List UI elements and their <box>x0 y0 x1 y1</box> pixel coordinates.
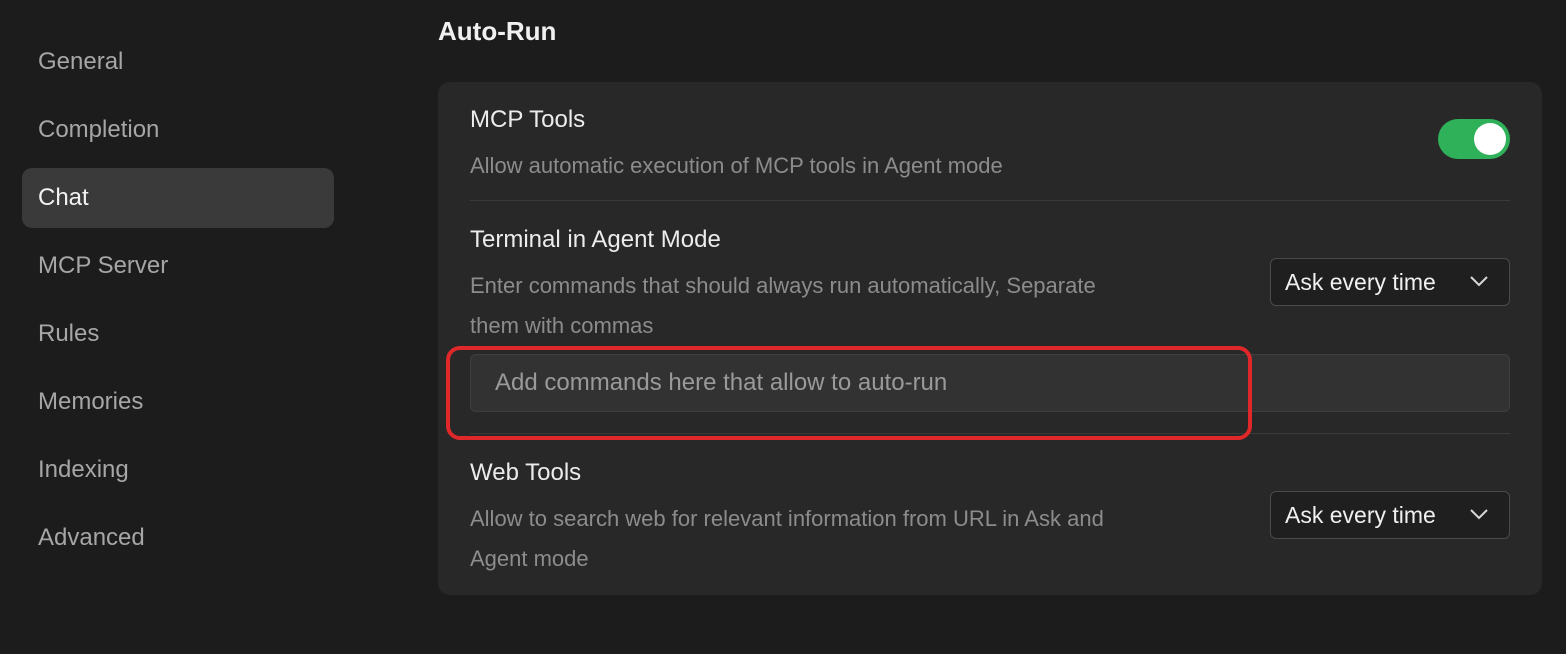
divider <box>470 200 1510 201</box>
terminal-mode-select-value: Ask every time <box>1285 268 1436 295</box>
settings-sidebar: General Completion Chat MCP Server Rules… <box>22 32 334 576</box>
sidebar-item-advanced[interactable]: Advanced <box>22 508 334 568</box>
web-tools-title: Web Tools <box>470 459 582 486</box>
auto-run-commands-input[interactable] <box>470 354 1510 412</box>
chevron-down-icon <box>1470 509 1488 520</box>
web-tools-mode-select[interactable]: Ask every time <box>1270 491 1510 539</box>
terminal-description-line1: Enter commands that should always run au… <box>470 273 1096 298</box>
mcp-tools-description: Allow automatic execution of MCP tools i… <box>470 153 1003 178</box>
sidebar-item-completion[interactable]: Completion <box>22 100 334 160</box>
sidebar-item-general[interactable]: General <box>22 32 334 92</box>
terminal-agent-mode-title: Terminal in Agent Mode <box>470 226 721 253</box>
sidebar-item-rules[interactable]: Rules <box>22 304 334 364</box>
auto-run-card: MCP Tools Allow automatic execution of M… <box>438 82 1542 595</box>
mcp-tools-title: MCP Tools <box>470 106 586 133</box>
section-title: Auto-Run <box>438 16 557 46</box>
web-tools-description-line2: Agent mode <box>470 546 589 571</box>
web-tools-mode-select-value: Ask every time <box>1285 501 1436 528</box>
chevron-down-icon <box>1470 276 1488 287</box>
sidebar-item-memories[interactable]: Memories <box>22 372 334 432</box>
terminal-description-line2: them with commas <box>470 313 654 338</box>
sidebar-item-chat[interactable]: Chat <box>22 168 334 228</box>
terminal-mode-select[interactable]: Ask every time <box>1270 258 1510 306</box>
mcp-tools-toggle[interactable] <box>1438 119 1510 159</box>
divider <box>470 433 1510 434</box>
toggle-knob <box>1474 123 1506 155</box>
web-tools-description-line1: Allow to search web for relevant informa… <box>470 506 1104 531</box>
sidebar-item-indexing[interactable]: Indexing <box>22 440 334 500</box>
sidebar-item-mcp-server[interactable]: MCP Server <box>22 236 334 296</box>
